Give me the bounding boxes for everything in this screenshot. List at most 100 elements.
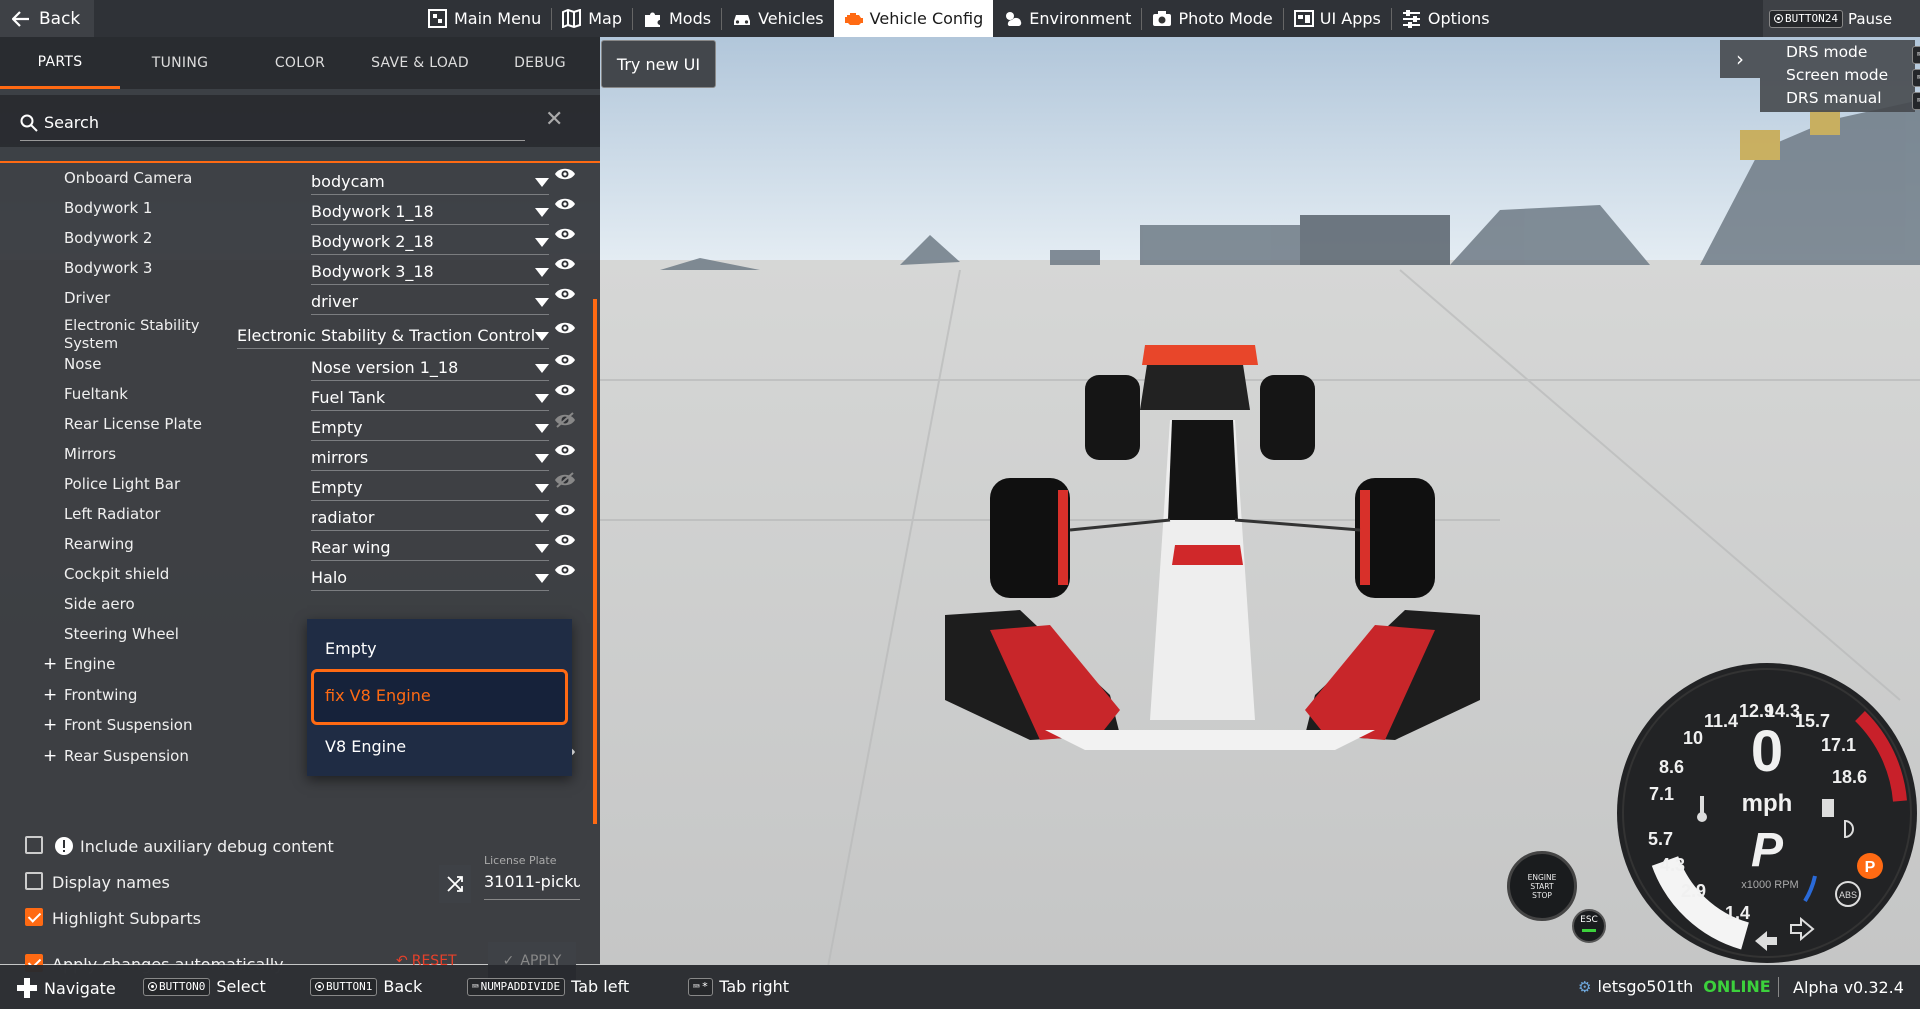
eye-icon[interactable]	[554, 352, 576, 368]
part-row: Cockpit shield Halo	[0, 561, 600, 591]
config-tabs: PARTS TUNING COLOR SAVE & LOAD DEBUG	[0, 37, 600, 89]
eye-icon[interactable]	[554, 196, 576, 212]
eye-icon[interactable]	[554, 532, 576, 548]
tab-save-load[interactable]: SAVE & LOAD	[360, 37, 480, 89]
try-new-ui-button[interactable]: Try new UI	[601, 40, 716, 88]
dropdown-option-selected[interactable]: fix V8 Engine	[311, 669, 568, 725]
menu-mods[interactable]: Mods	[633, 0, 721, 37]
display-names-checkbox[interactable]	[25, 872, 43, 890]
highlight-subparts-checkbox[interactable]	[25, 908, 43, 926]
caret-down-icon	[535, 238, 549, 247]
arrow-left-icon	[12, 10, 29, 27]
license-plate-input[interactable]: 31011-pickup	[484, 872, 580, 900]
part-select[interactable]: Bodywork 2_18	[311, 229, 549, 255]
menu-label: UI Apps	[1319, 9, 1381, 28]
clear-search-icon[interactable]: ✕	[545, 107, 563, 132]
menu-environment[interactable]: Environment	[993, 0, 1141, 37]
hint-tab-left: ⌨ NUMPADDIVIDE Tab left	[467, 977, 629, 996]
caret-down-icon	[535, 484, 549, 493]
caret-down-icon	[535, 454, 549, 463]
eye-off-icon[interactable]	[554, 412, 576, 428]
part-label: Front Suspension	[64, 716, 193, 734]
part-select[interactable]: Halo	[311, 565, 549, 591]
dropdown-option[interactable]: V8 Engine	[325, 737, 406, 756]
engine-dropdown-menu: Empty fix V8 Engine V8 Engine	[307, 619, 572, 776]
expand-icon[interactable]: +	[43, 746, 57, 766]
engine-start-stop-button[interactable]: ENGINE START STOP	[1507, 851, 1577, 921]
part-label: Side aero	[64, 595, 135, 613]
part-row: Nose Nose version 1_18	[0, 351, 600, 381]
part-select[interactable]: Bodywork 3_18	[311, 259, 549, 285]
part-select[interactable]: radiator	[311, 505, 549, 531]
version-label: Alpha v0.32.4	[1778, 977, 1904, 997]
eye-icon[interactable]	[554, 502, 576, 518]
expand-icon[interactable]: +	[43, 654, 57, 674]
expand-icon[interactable]: +	[43, 715, 57, 735]
keyboard-key: ⌨ F	[1912, 46, 1920, 64]
menu-main-menu[interactable]: Main Menu	[418, 0, 551, 37]
part-select[interactable]: Empty	[311, 475, 549, 501]
menu-photo-mode[interactable]: Photo Mode	[1142, 0, 1282, 37]
eye-off-icon[interactable]	[554, 472, 576, 488]
eye-icon[interactable]	[554, 286, 576, 302]
tab-tuning[interactable]: TUNING	[120, 37, 240, 89]
menu-label: Vehicle Config	[869, 9, 984, 28]
tab-debug[interactable]: DEBUG	[480, 37, 600, 89]
part-select[interactable]: Rear wing	[311, 535, 549, 561]
speed-readout: 0	[1751, 719, 1783, 784]
collapse-arrow-icon[interactable]: ›	[1720, 40, 1760, 78]
part-select[interactable]: Nose version 1_18	[311, 355, 549, 381]
search-bar: Search ✕	[0, 95, 600, 147]
menu-map[interactable]: Map	[552, 0, 632, 37]
part-row: Police Light Bar Empty	[0, 471, 600, 501]
divider	[0, 161, 600, 163]
caret-down-icon	[535, 364, 549, 373]
display-names-label: Display names	[52, 873, 170, 892]
dropdown-option[interactable]: Empty	[325, 639, 377, 658]
part-select[interactable]: Empty	[311, 415, 549, 441]
part-value: Empty	[311, 478, 363, 497]
part-row: Onboard Camera bodycam	[0, 165, 600, 195]
rpm-tick: 10	[1683, 728, 1703, 748]
part-select[interactable]: bodycam	[311, 169, 549, 195]
eye-icon[interactable]	[554, 442, 576, 458]
eye-icon[interactable]	[554, 382, 576, 398]
randomize-plate-button[interactable]	[439, 865, 471, 903]
part-row: Mirrors mirrors	[0, 441, 600, 471]
menu-label: Environment	[1029, 9, 1132, 28]
back-button[interactable]: Back	[0, 0, 94, 37]
user-status: ⚙ letsgo501th ONLINE	[1578, 977, 1771, 996]
eye-icon[interactable]	[554, 226, 576, 242]
tab-parts[interactable]: PARTS	[0, 37, 120, 89]
part-value: Bodywork 2_18	[311, 232, 434, 251]
license-plate-label: License Plate	[484, 854, 557, 867]
part-row: Bodywork 3 Bodywork 3_18	[0, 255, 600, 285]
part-value: bodycam	[311, 172, 385, 191]
menu-vehicle-config[interactable]: Vehicle Config	[833, 0, 994, 37]
username: letsgo501th	[1597, 977, 1694, 996]
caret-down-icon	[535, 394, 549, 403]
tab-color[interactable]: COLOR	[240, 37, 360, 89]
eye-icon[interactable]	[554, 320, 576, 336]
part-select[interactable]: driver	[311, 289, 549, 315]
eye-icon[interactable]	[554, 256, 576, 272]
pause-button[interactable]: BUTTON24 Pause	[1763, 0, 1920, 37]
part-select[interactable]: mirrors	[311, 445, 549, 471]
aux-debug-checkbox[interactable]	[25, 836, 43, 854]
part-select[interactable]: Electronic Stability & Traction Control	[237, 323, 549, 349]
part-value: Empty	[311, 418, 363, 437]
shuffle-icon	[447, 876, 463, 892]
menu-ui-apps[interactable]: UI Apps	[1284, 0, 1391, 37]
rpm-tick: 15.7	[1795, 711, 1830, 731]
eye-icon[interactable]	[554, 562, 576, 578]
expand-icon[interactable]: +	[43, 685, 57, 705]
eye-icon[interactable]	[554, 166, 576, 182]
gear-indicator: P	[1751, 824, 1784, 877]
steam-icon: ⚙	[1578, 977, 1592, 996]
part-select[interactable]: Fuel Tank	[311, 385, 549, 411]
menu-vehicles[interactable]: Vehicles	[722, 0, 834, 37]
search-input[interactable]: Search	[20, 105, 525, 141]
part-row: Rearwing Rear wing	[0, 531, 600, 561]
menu-options[interactable]: Options	[1392, 0, 1500, 37]
part-select[interactable]: Bodywork 1_18	[311, 199, 549, 225]
